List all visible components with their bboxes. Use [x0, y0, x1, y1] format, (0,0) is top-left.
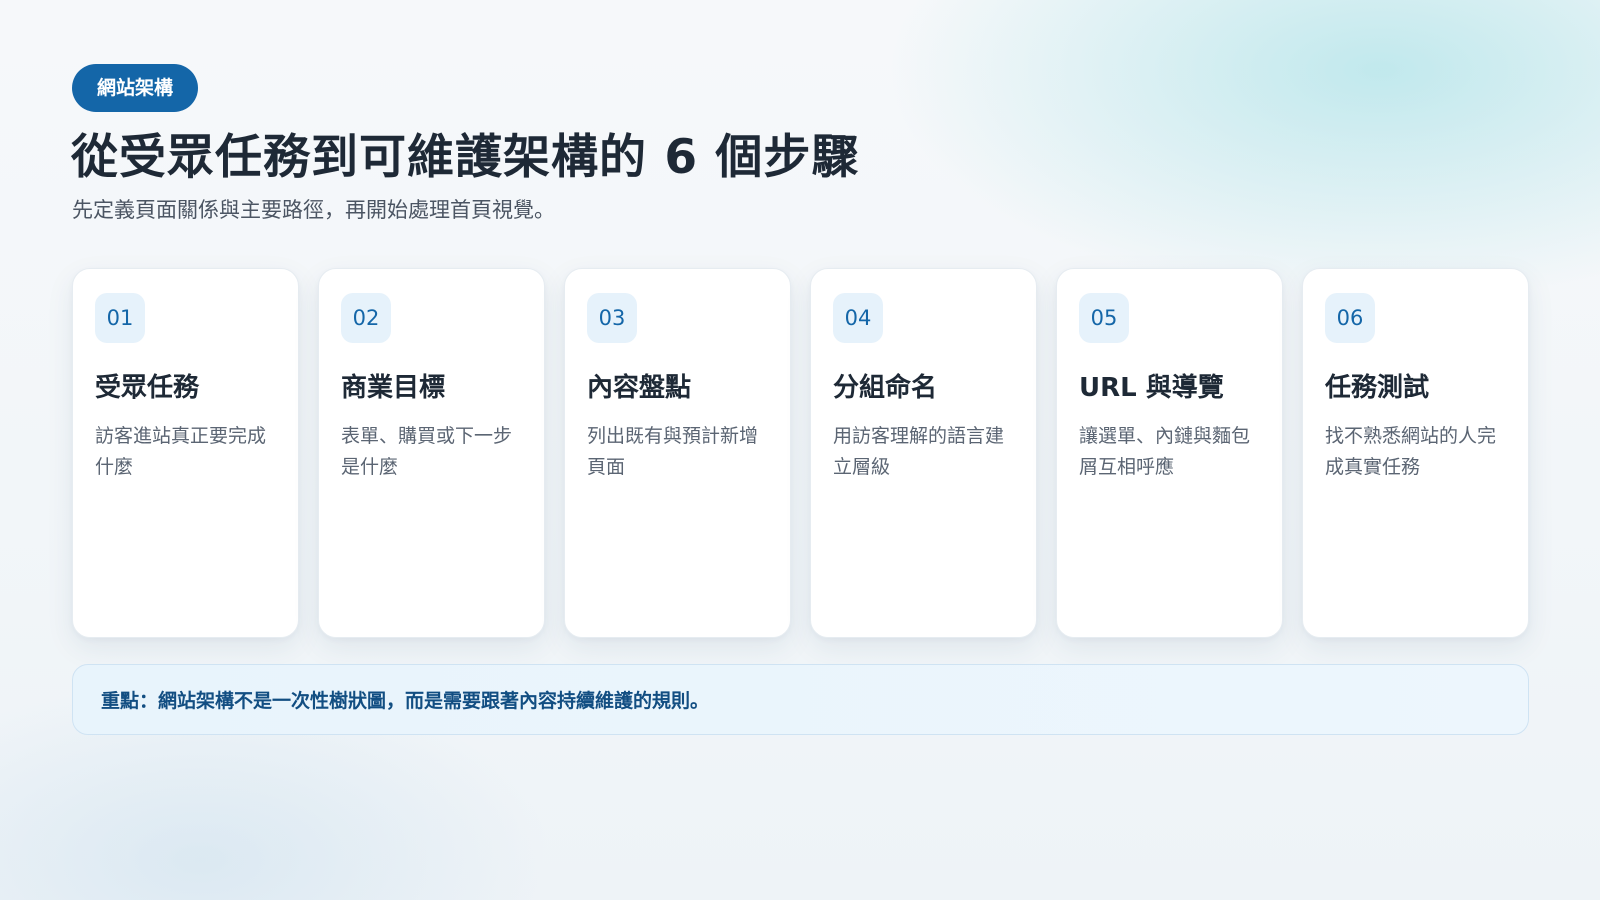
- page-subtitle: 先定義頁面關係與主要路徑，再開始處理首頁視覺。: [72, 198, 555, 222]
- step-card-2: 02 商業目標 表單、購買或下一步是什麼: [318, 268, 545, 638]
- step-title: 商業目標: [341, 373, 446, 403]
- key-point-text: 重點：網站架構不是一次性樹狀圖，而是需要跟著內容持續維護的規則。: [101, 690, 710, 712]
- step-card-6: 06 任務測試 找不熟悉網站的人完成真實任務: [1302, 268, 1529, 638]
- step-number-badge: 02: [341, 293, 391, 343]
- step-number-badge: 06: [1325, 293, 1375, 343]
- step-description: 用訪客理解的語言建立層級: [833, 425, 1005, 478]
- step-description: 列出既有與預計新增頁面: [587, 425, 759, 478]
- step-title: 任務測試: [1325, 373, 1430, 403]
- key-point-callout: 重點：網站架構不是一次性樹狀圖，而是需要跟著內容持續維護的規則。: [72, 664, 1529, 735]
- step-number-badge: 01: [95, 293, 145, 343]
- step-card-5: 05 URL 與導覽 讓選單、內鏈與麵包屑互相呼應: [1056, 268, 1283, 638]
- step-card-1: 01 受眾任務 訪客進站真正要完成什麼: [72, 268, 299, 638]
- step-title: URL 與導覽: [1079, 373, 1224, 403]
- step-title: 內容盤點: [587, 373, 692, 403]
- slide: 網站架構 從受眾任務到可維護架構的 6 個步驟 先定義頁面關係與主要路徑，再開始…: [0, 0, 1600, 900]
- step-number-badge: 03: [587, 293, 637, 343]
- step-description: 訪客進站真正要完成什麼: [95, 425, 267, 478]
- step-number-badge: 04: [833, 293, 883, 343]
- step-title: 分組命名: [833, 373, 938, 403]
- steps-row: 01 受眾任務 訪客進站真正要完成什麼 02 商業目標 表單、購買或下一步是什麼…: [72, 268, 1529, 638]
- step-card-3: 03 內容盤點 列出既有與預計新增頁面: [564, 268, 791, 638]
- step-description: 讓選單、內鏈與麵包屑互相呼應: [1079, 425, 1251, 478]
- step-number-badge: 05: [1079, 293, 1129, 343]
- step-description: 找不熟悉網站的人完成真實任務: [1325, 425, 1497, 478]
- section-label-badge: 網站架構: [72, 64, 199, 112]
- step-title: 受眾任務: [95, 373, 200, 403]
- page-title: 從受眾任務到可維護架構的 6 個步驟: [71, 130, 860, 185]
- step-card-4: 04 分組命名 用訪客理解的語言建立層級: [810, 268, 1037, 638]
- step-description: 表單、購買或下一步是什麼: [341, 425, 513, 478]
